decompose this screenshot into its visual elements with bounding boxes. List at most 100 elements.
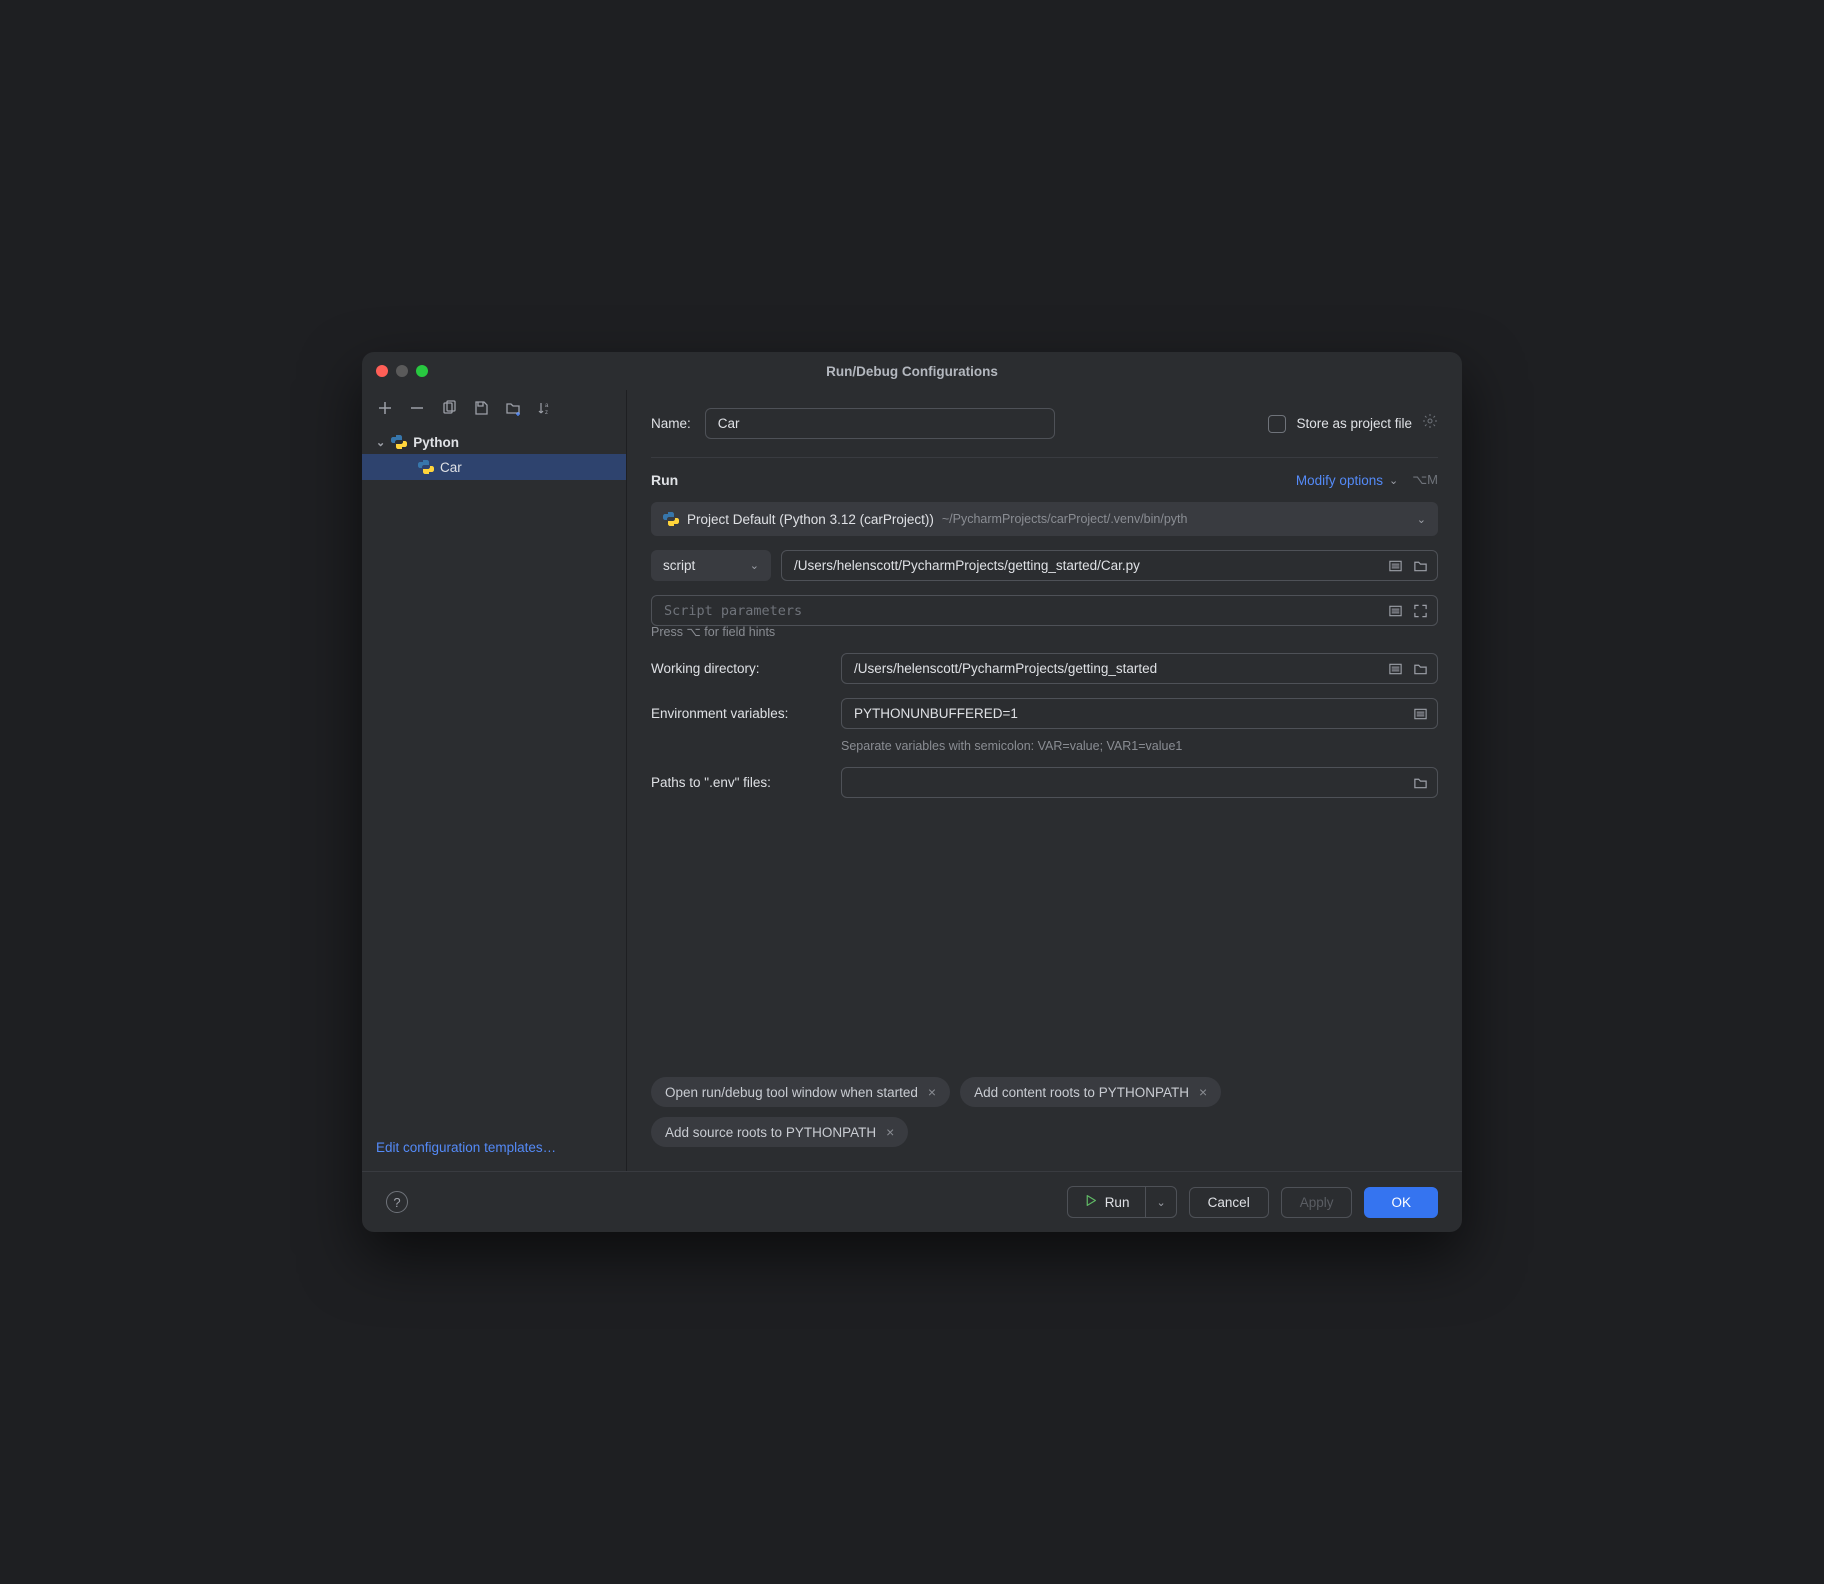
name-input[interactable] (705, 408, 1055, 439)
modify-options-group: Modify options ⌄ ⌥M (1296, 472, 1438, 488)
save-config-button[interactable] (472, 399, 490, 417)
option-chips: Open run/debug tool window when started … (651, 987, 1438, 1147)
script-params-input[interactable] (651, 595, 1438, 626)
run-debug-config-dialog: Run/Debug Configurations (362, 352, 1462, 1232)
help-button[interactable]: ? (386, 1191, 408, 1213)
expand-icon[interactable] (1388, 558, 1403, 573)
modify-options-shortcut: ⌥M (1412, 472, 1438, 488)
tree-item-label: Car (440, 460, 462, 475)
store-as-project-label: Store as project file (1296, 416, 1412, 431)
workdir-row: Working directory: (651, 653, 1438, 684)
expand-icon[interactable] (1388, 661, 1403, 676)
script-mode-select[interactable]: script ⌄ (651, 550, 771, 581)
chevron-down-icon: ⌄ (750, 559, 759, 572)
env-label: Environment variables: (651, 706, 841, 721)
run-button[interactable]: Run ⌄ (1067, 1186, 1177, 1218)
edit-templates-link[interactable]: Edit configuration templates… (376, 1140, 556, 1155)
minus-icon (409, 400, 425, 416)
script-mode-label: script (663, 558, 695, 573)
envfile-label: Paths to ".env" files: (651, 775, 841, 790)
name-row: Name: Store as project file (651, 408, 1438, 439)
plus-icon (377, 400, 393, 416)
content-area: az ⌄ Python Car E (362, 390, 1462, 1171)
sort-icon: az (537, 400, 553, 416)
params-hint: Press ⌥ for field hints (651, 624, 1438, 639)
divider (651, 457, 1438, 458)
window-title: Run/Debug Configurations (362, 364, 1462, 379)
expand-icon[interactable] (1413, 706, 1428, 721)
gear-icon[interactable] (1422, 413, 1438, 434)
modify-options-link[interactable]: Modify options ⌄ (1296, 473, 1398, 488)
folder-icon[interactable] (1413, 558, 1428, 573)
interpreter-label: Project Default (Python 3.12 (carProject… (687, 512, 934, 527)
main-panel: Name: Store as project file Run Modify o… (627, 390, 1462, 1171)
chevron-down-icon: ⌄ (1417, 513, 1426, 526)
modify-options-label: Modify options (1296, 473, 1383, 488)
chevron-down-icon: ⌄ (1156, 1196, 1165, 1209)
remove-config-button[interactable] (408, 399, 426, 417)
sidebar-footer: Edit configuration templates… (362, 1125, 626, 1171)
run-section-header: Run Modify options ⌄ ⌥M (651, 472, 1438, 488)
workdir-label: Working directory: (651, 661, 841, 676)
chip-open-tool-window: Open run/debug tool window when started … (651, 1077, 950, 1107)
minimize-window-button[interactable] (396, 365, 408, 377)
run-dropdown-button[interactable]: ⌄ (1145, 1187, 1175, 1217)
config-tree: ⌄ Python Car (362, 426, 626, 1125)
chip-remove-button[interactable]: × (1199, 1084, 1207, 1100)
run-section-title: Run (651, 472, 678, 488)
run-button-label: Run (1105, 1195, 1130, 1210)
python-icon (663, 511, 679, 527)
env-hint-row: Separate variables with semicolon: VAR=v… (651, 733, 1438, 753)
store-as-project-row: Store as project file (1268, 413, 1438, 434)
chip-remove-button[interactable]: × (928, 1084, 936, 1100)
folder-icon[interactable] (1413, 775, 1428, 790)
window-controls (376, 365, 428, 377)
interpreter-select[interactable]: Project Default (Python 3.12 (carProject… (651, 502, 1438, 536)
folder-icon[interactable] (1413, 661, 1428, 676)
chip-label: Add content roots to PYTHONPATH (974, 1085, 1189, 1100)
params-row (651, 595, 1438, 626)
sidebar-toolbar: az (362, 390, 626, 426)
env-row: Environment variables: (651, 698, 1438, 729)
tree-item-car[interactable]: Car (362, 454, 626, 480)
save-icon (473, 400, 489, 416)
titlebar: Run/Debug Configurations (362, 352, 1462, 390)
svg-text:z: z (545, 410, 548, 416)
maximize-window-button[interactable] (416, 365, 428, 377)
copy-config-button[interactable] (440, 399, 458, 417)
chip-label: Open run/debug tool window when started (665, 1085, 918, 1100)
python-icon (418, 459, 434, 475)
script-path-input[interactable] (781, 550, 1438, 581)
copy-icon (441, 400, 457, 416)
envfile-row: Paths to ".env" files: (651, 767, 1438, 798)
svg-text:a: a (545, 403, 549, 409)
dialog-footer: ? Run ⌄ Cancel Apply OK (362, 1171, 1462, 1232)
sort-config-button[interactable]: az (536, 399, 554, 417)
python-icon (391, 434, 407, 450)
name-label: Name: (651, 416, 691, 431)
chip-source-roots: Add source roots to PYTHONPATH × (651, 1117, 908, 1147)
chip-remove-button[interactable]: × (886, 1124, 894, 1140)
env-input[interactable] (841, 698, 1438, 729)
add-config-button[interactable] (376, 399, 394, 417)
folder-plus-icon (505, 400, 521, 416)
store-as-project-checkbox[interactable] (1268, 415, 1286, 433)
fullscreen-icon[interactable] (1413, 603, 1428, 618)
chevron-down-icon: ⌄ (1389, 474, 1398, 487)
cancel-button[interactable]: Cancel (1189, 1187, 1269, 1218)
interpreter-path: ~/PycharmProjects/carProject/.venv/bin/p… (942, 512, 1409, 526)
workdir-input[interactable] (841, 653, 1438, 684)
chip-label: Add source roots to PYTHONPATH (665, 1125, 876, 1140)
script-row: script ⌄ (651, 550, 1438, 581)
play-icon (1084, 1194, 1097, 1210)
envfile-input[interactable] (841, 767, 1438, 798)
sidebar: az ⌄ Python Car E (362, 390, 627, 1171)
chip-content-roots: Add content roots to PYTHONPATH × (960, 1077, 1221, 1107)
folder-config-button[interactable] (504, 399, 522, 417)
env-hint: Separate variables with semicolon: VAR=v… (841, 739, 1182, 753)
expand-icon[interactable] (1388, 603, 1403, 618)
apply-button[interactable]: Apply (1281, 1187, 1353, 1218)
tree-category-python[interactable]: ⌄ Python (362, 430, 626, 454)
close-window-button[interactable] (376, 365, 388, 377)
ok-button[interactable]: OK (1364, 1187, 1438, 1218)
